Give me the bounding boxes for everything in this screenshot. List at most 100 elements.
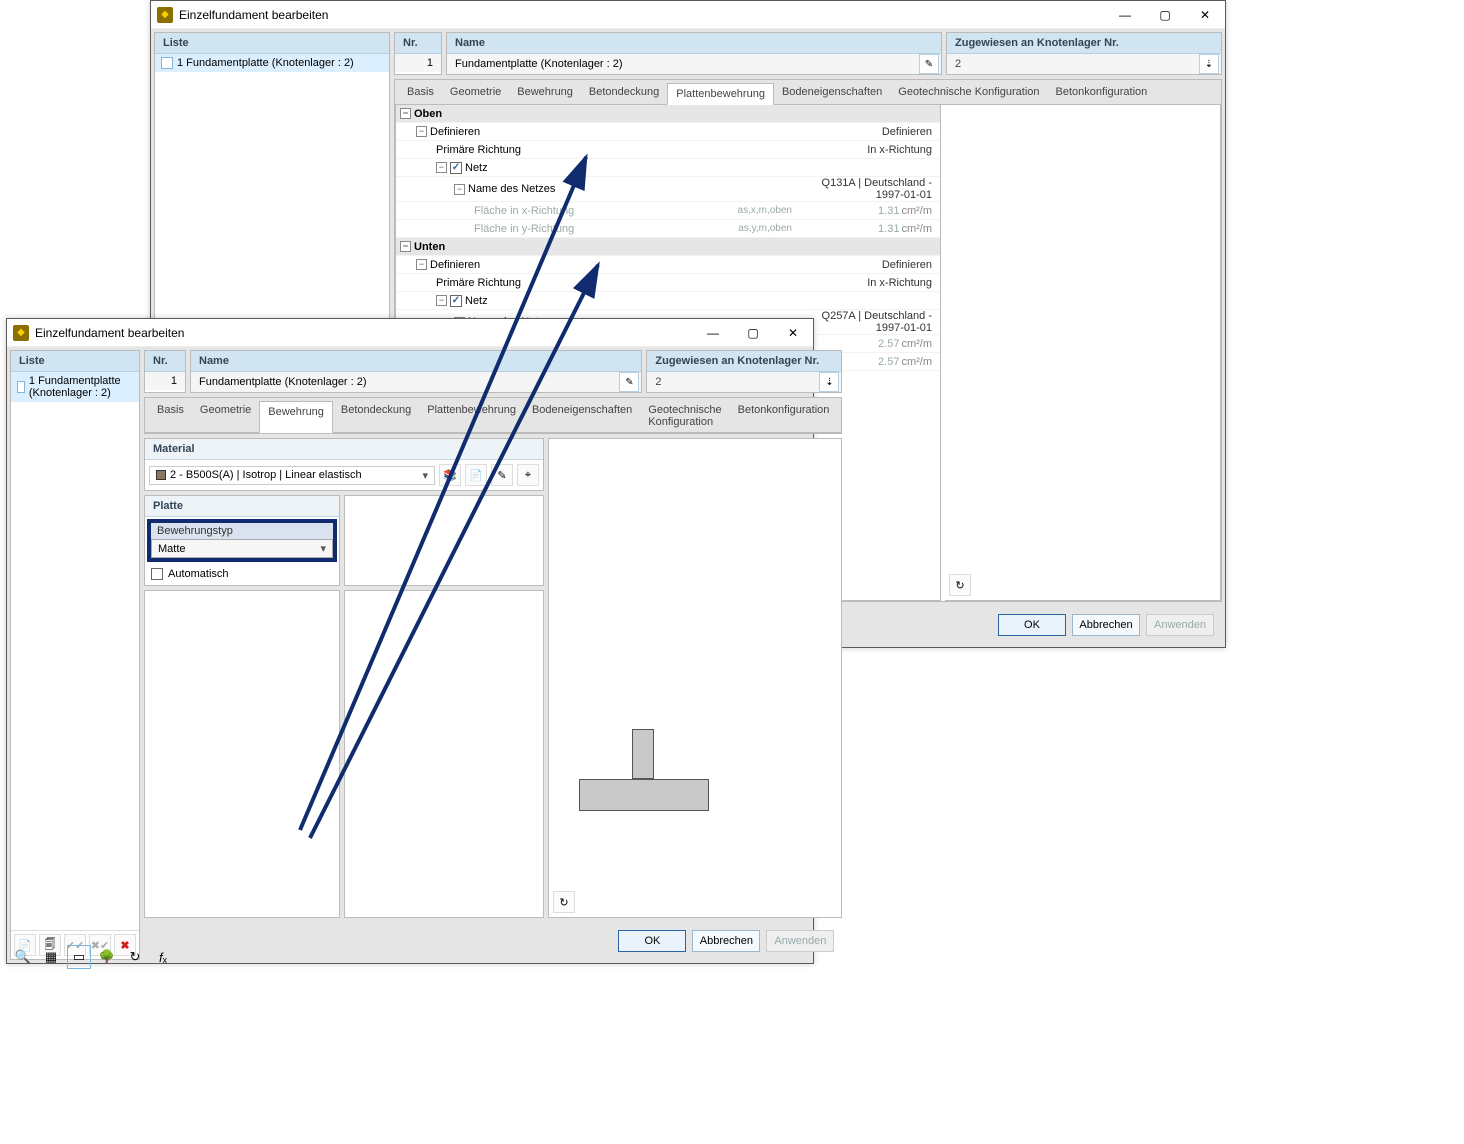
flaeche-y-label: Fläche in y-Richtung xyxy=(474,223,574,235)
nr-value[interactable]: 1 xyxy=(395,54,441,72)
assign-value[interactable]: 2 xyxy=(647,373,817,391)
platte-header: Platte xyxy=(145,496,339,517)
material-library-icon[interactable]: 📚 xyxy=(439,464,461,486)
refresh-preview-icon[interactable]: ↻ xyxy=(949,574,971,596)
tool-grid-icon[interactable]: ▦ xyxy=(39,945,63,969)
netz-label: Netz xyxy=(465,295,488,307)
window-title: Einzelfundament bearbeiten xyxy=(179,8,1105,22)
tab-bewehrung[interactable]: Bewehrung xyxy=(259,401,333,433)
maximize-button[interactable]: ▢ xyxy=(1145,1,1185,29)
maximize-button[interactable]: ▢ xyxy=(733,319,773,347)
tab-betondeckung[interactable]: Betondeckung xyxy=(581,82,667,104)
tool-zoom-icon[interactable]: 🔍 xyxy=(11,945,35,969)
expander-icon[interactable]: − xyxy=(416,259,427,270)
expander-icon[interactable]: − xyxy=(436,295,447,306)
netz-label: Netz xyxy=(465,162,488,174)
list-item[interactable]: 1 Fundamentplatte (Knotenlager : 2) xyxy=(155,54,389,72)
assign-header: Zugewiesen an Knotenlager Nr. xyxy=(947,33,1221,54)
bewehrungstyp-value: Matte xyxy=(158,543,186,555)
bewehrungstyp-select[interactable]: Matte ▾ xyxy=(151,539,333,558)
flaeche-y-value: 2.57 xyxy=(878,356,899,368)
tab-plattenbewehrung[interactable]: Plattenbewehrung xyxy=(419,400,524,432)
nr-header: Nr. xyxy=(395,33,441,54)
bewehrungstyp-label: Bewehrungstyp xyxy=(151,523,333,539)
expander-icon[interactable]: − xyxy=(400,241,411,252)
netz-checkbox[interactable] xyxy=(450,295,462,307)
material-swatch-icon xyxy=(156,470,166,480)
list-box[interactable]: 1 Fundamentplatte (Knotenlager : 2) xyxy=(11,372,139,930)
chevron-down-icon: ▾ xyxy=(422,469,428,482)
prim-richtung-value[interactable]: In x-Richtung xyxy=(800,277,940,289)
expander-icon[interactable]: − xyxy=(400,108,411,119)
tab-betonkonfig[interactable]: Betonkonfiguration xyxy=(730,400,838,432)
tab-basis[interactable]: Basis xyxy=(399,82,442,104)
bottom-toolbar: 🔍 ▦ ▭ 🌳 ↻ fₓ xyxy=(8,942,178,972)
tab-bewehrung[interactable]: Bewehrung xyxy=(509,82,581,104)
tab-geometrie[interactable]: Geometrie xyxy=(442,82,509,104)
tab-betondeckung[interactable]: Betondeckung xyxy=(333,400,419,432)
material-pick-icon[interactable]: ⌖ xyxy=(517,464,539,486)
app-icon xyxy=(157,7,173,23)
section-oben: Oben xyxy=(414,108,442,120)
automatisch-checkbox[interactable] xyxy=(151,568,163,580)
foundation-preview xyxy=(569,729,719,819)
tool-view-icon[interactable]: ▭ xyxy=(67,945,91,969)
name-header: Name xyxy=(447,33,941,54)
material-new-icon[interactable]: 📄 xyxy=(465,464,487,486)
list-item-swatch xyxy=(17,381,25,393)
material-select[interactable]: 2 - B500S(A) | Isotrop | Linear elastisc… xyxy=(149,466,435,485)
refresh-preview-icon[interactable]: ↻ xyxy=(553,891,575,913)
tab-geotech[interactable]: Geotechnische Konfiguration xyxy=(640,400,729,432)
netzname-value-bottom[interactable]: Q257A | Deutschland - 1997-01-01 xyxy=(800,310,940,334)
tab-basis[interactable]: Basis xyxy=(149,400,192,432)
nr-value[interactable]: 1 xyxy=(145,372,185,390)
prim-richtung-value[interactable]: In x-Richtung xyxy=(800,144,940,156)
highlight-bewehrungstyp: Bewehrungstyp Matte ▾ xyxy=(147,519,337,562)
edit-name-icon[interactable]: ✎ xyxy=(919,54,939,74)
assign-header: Zugewiesen an Knotenlager Nr. xyxy=(647,351,841,372)
name-value[interactable]: Fundamentplatte (Knotenlager : 2) xyxy=(191,373,617,391)
assign-value[interactable]: 2 xyxy=(947,55,1197,73)
titlebar-1: Einzelfundament bearbeiten — ▢ ✕ xyxy=(151,1,1225,29)
minimize-button[interactable]: — xyxy=(693,319,733,347)
tab-betonkonfig[interactable]: Betonkonfiguration xyxy=(1048,82,1156,104)
definieren-label: Definieren xyxy=(430,259,480,271)
expander-icon[interactable]: − xyxy=(436,162,447,173)
tab-bodeneigenschaften[interactable]: Bodeneigenschaften xyxy=(774,82,890,104)
tab-bodeneigenschaften[interactable]: Bodeneigenschaften xyxy=(524,400,640,432)
titlebar-2: Einzelfundament bearbeiten — ▢ ✕ xyxy=(7,319,813,347)
dialog-window-2: Einzelfundament bearbeiten — ▢ ✕ Liste 1… xyxy=(6,318,814,964)
material-edit-icon[interactable]: ✎ xyxy=(491,464,513,486)
cancel-button[interactable]: Abbrechen xyxy=(1072,614,1140,636)
tool-refresh-icon[interactable]: ↻ xyxy=(123,945,147,969)
pick-node-icon[interactable]: ⇣ xyxy=(1199,54,1219,74)
netz-checkbox[interactable] xyxy=(450,162,462,174)
tab-geometrie[interactable]: Geometrie xyxy=(192,400,259,432)
expander-icon[interactable]: − xyxy=(416,126,427,137)
tool-function-icon[interactable]: fₓ xyxy=(151,945,175,969)
app-icon xyxy=(13,325,29,341)
nr-header: Nr. xyxy=(145,351,185,372)
flaeche-y-value: 1.31 xyxy=(878,223,899,235)
apply-button[interactable]: Anwenden xyxy=(766,930,834,952)
tab-geotech[interactable]: Geotechnische Konfiguration xyxy=(890,82,1047,104)
name-header: Name xyxy=(191,351,641,372)
cancel-button[interactable]: Abbrechen xyxy=(692,930,760,952)
ok-button[interactable]: OK xyxy=(618,930,686,952)
list-item-swatch xyxy=(161,57,173,69)
netzname-value-top[interactable]: Q131A | Deutschland - 1997-01-01 xyxy=(800,177,940,201)
pick-node-icon[interactable]: ⇣ xyxy=(819,372,839,392)
tab-plattenbewehrung[interactable]: Plattenbewehrung xyxy=(667,83,774,105)
edit-name-icon[interactable]: ✎ xyxy=(619,372,639,392)
flaeche-x-label: Fläche in x-Richtung xyxy=(474,205,574,217)
close-button[interactable]: ✕ xyxy=(773,319,813,347)
ok-button[interactable]: OK xyxy=(998,614,1066,636)
netzname-label: Name des Netzes xyxy=(468,183,555,195)
close-button[interactable]: ✕ xyxy=(1185,1,1225,29)
tool-tree-icon[interactable]: 🌳 xyxy=(95,945,119,969)
name-value[interactable]: Fundamentplatte (Knotenlager : 2) xyxy=(447,55,917,73)
apply-button[interactable]: Anwenden xyxy=(1146,614,1214,636)
minimize-button[interactable]: — xyxy=(1105,1,1145,29)
list-item[interactable]: 1 Fundamentplatte (Knotenlager : 2) xyxy=(11,372,139,402)
expander-icon[interactable]: − xyxy=(454,184,465,195)
